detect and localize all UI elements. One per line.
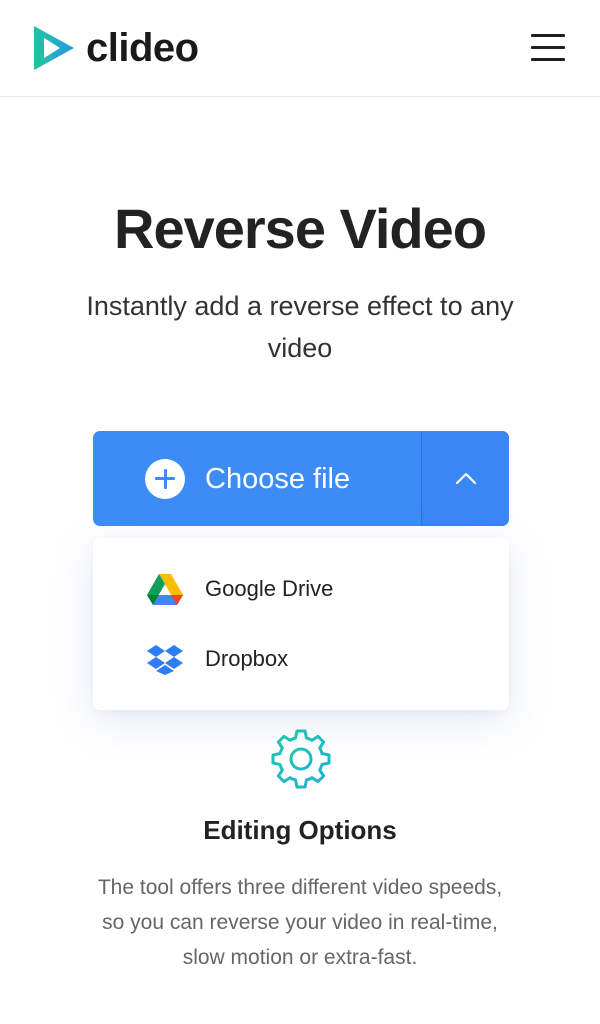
dropdown-item-dropbox[interactable]: Dropbox [93, 629, 509, 689]
menu-bar [531, 34, 565, 37]
clideo-logo-icon [34, 26, 74, 70]
dropdown-item-label: Dropbox [205, 646, 289, 671]
plus-circle-icon [145, 459, 185, 499]
upload-control: Choose file [93, 431, 509, 526]
choose-file-label: Choose file [205, 463, 351, 495]
chevron-up-icon [455, 472, 477, 485]
upload-options-toggle[interactable] [422, 431, 509, 526]
dropbox-icon [147, 645, 183, 675]
menu-bar [531, 58, 565, 61]
choose-file-button[interactable]: Choose file [93, 431, 421, 526]
hamburger-menu-icon[interactable] [530, 33, 566, 63]
clideo-logo[interactable]: clideo [30, 22, 199, 74]
menu-bar [531, 46, 565, 49]
editing-options-description: The tool offers three different video sp… [97, 876, 503, 969]
gear-icon [271, 729, 331, 789]
upload-source-dropdown: Google Drive Dropbox [93, 538, 509, 710]
dropdown-item-label: Google Drive [205, 576, 334, 601]
google-drive-icon [147, 574, 183, 605]
dropdown-item-google-drive[interactable]: Google Drive [93, 559, 509, 619]
page-subtitle: Instantly add a reverse effect to any vi… [86, 291, 514, 363]
page-title: Reverse Video [114, 197, 487, 260]
logo-text: clideo [86, 26, 199, 70]
editing-options-title: Editing Options [203, 815, 397, 845]
site-header: clideo [0, 0, 600, 97]
